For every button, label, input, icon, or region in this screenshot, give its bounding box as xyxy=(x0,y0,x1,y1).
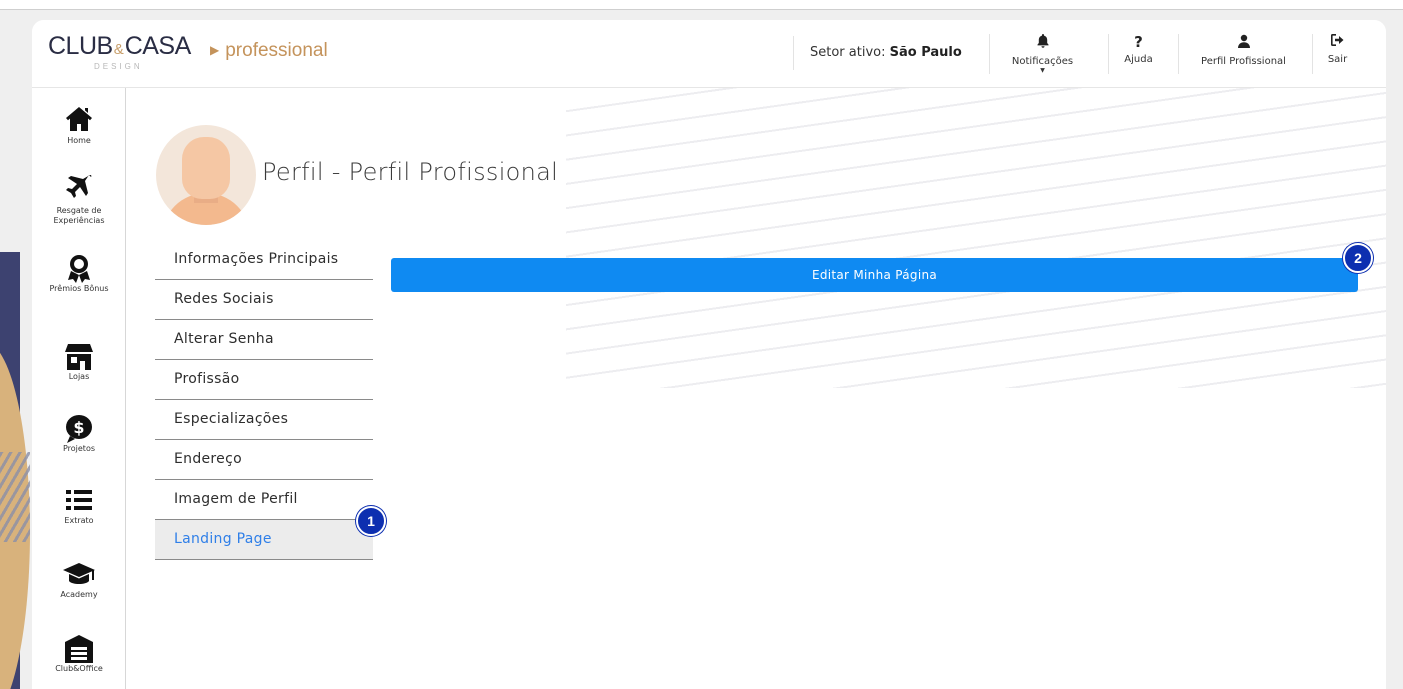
submenu-item-profession[interactable]: Profissão xyxy=(155,360,373,400)
avatar[interactable] xyxy=(156,125,256,225)
chevron-down-icon: ▼ xyxy=(1040,67,1045,74)
sidebar-nav: Home Resgate de Experiências Prêmios Bôn… xyxy=(32,88,126,689)
edit-my-page-button[interactable]: Editar Minha Página xyxy=(391,258,1358,292)
sector-value: São Paulo xyxy=(889,45,962,60)
store-icon xyxy=(32,342,126,372)
question-icon: ? xyxy=(1134,33,1143,51)
annotation-badge-1: 1 xyxy=(356,506,386,536)
sidebar-item-club-office[interactable]: Club&Office xyxy=(32,634,126,674)
sidebar-item-projects[interactable]: $ Projetos xyxy=(32,414,126,454)
sidebar-item-experiences[interactable]: Resgate de Experiências xyxy=(32,174,126,226)
app-window: CLUB&CASA DESIGN ▶ professional Setor ati… xyxy=(32,20,1386,689)
user-icon xyxy=(1179,34,1308,52)
home-icon xyxy=(32,106,126,136)
club-casa-logo[interactable]: CLUB&CASA DESIGN xyxy=(48,32,191,71)
notifications-button[interactable]: Notificações ▼ xyxy=(989,34,1095,74)
sector-label: Setor ativo: xyxy=(810,45,886,60)
submenu-item-main-info[interactable]: Informações Principais xyxy=(155,240,373,280)
submenu-item-landing-page[interactable]: Landing Page xyxy=(155,520,373,560)
plane-icon xyxy=(32,174,126,204)
browser-top-bar xyxy=(0,0,1403,10)
logout-icon xyxy=(1313,34,1362,50)
sidebar-item-academy[interactable]: Academy xyxy=(32,560,126,600)
graduation-cap-icon xyxy=(32,560,126,590)
svg-text:$: $ xyxy=(73,418,84,437)
submenu-item-profile-image[interactable]: Imagem de Perfil xyxy=(155,480,373,520)
list-icon xyxy=(32,486,126,516)
submenu-item-change-password[interactable]: Alterar Senha xyxy=(155,320,373,360)
award-icon xyxy=(32,254,126,284)
submenu-item-social-networks[interactable]: Redes Sociais xyxy=(155,280,373,320)
sidebar-item-statement[interactable]: Extrato xyxy=(32,486,126,526)
help-button[interactable]: ? Ajuda xyxy=(1108,34,1168,74)
brand-subtitle: ▶ professional xyxy=(210,40,328,61)
sidebar-item-bonus-prizes[interactable]: Prêmios Bônus xyxy=(32,254,126,294)
bell-icon xyxy=(990,34,1095,52)
caret-right-icon: ▶ xyxy=(210,43,220,57)
profile-submenu: Informações Principais Redes Sociais Alt… xyxy=(155,240,373,560)
page-title: Perfil - Perfil Profissional xyxy=(262,158,559,186)
dollar-chat-icon: $ xyxy=(32,414,126,444)
submenu-item-address[interactable]: Endereço xyxy=(155,440,373,480)
active-sector[interactable]: Setor ativo: São Paulo xyxy=(793,36,962,70)
sidebar-item-home[interactable]: Home xyxy=(32,106,126,146)
warehouse-icon xyxy=(32,634,126,664)
sidebar-item-stores[interactable]: Lojas xyxy=(32,342,126,382)
submenu-item-specializations[interactable]: Especializações xyxy=(155,400,373,440)
top-header: CLUB&CASA DESIGN ▶ professional Setor ati… xyxy=(32,20,1386,88)
logout-button[interactable]: Sair xyxy=(1312,34,1362,74)
annotation-badge-2: 2 xyxy=(1343,243,1373,273)
professional-profile-button[interactable]: Perfil Profissional xyxy=(1178,34,1308,74)
